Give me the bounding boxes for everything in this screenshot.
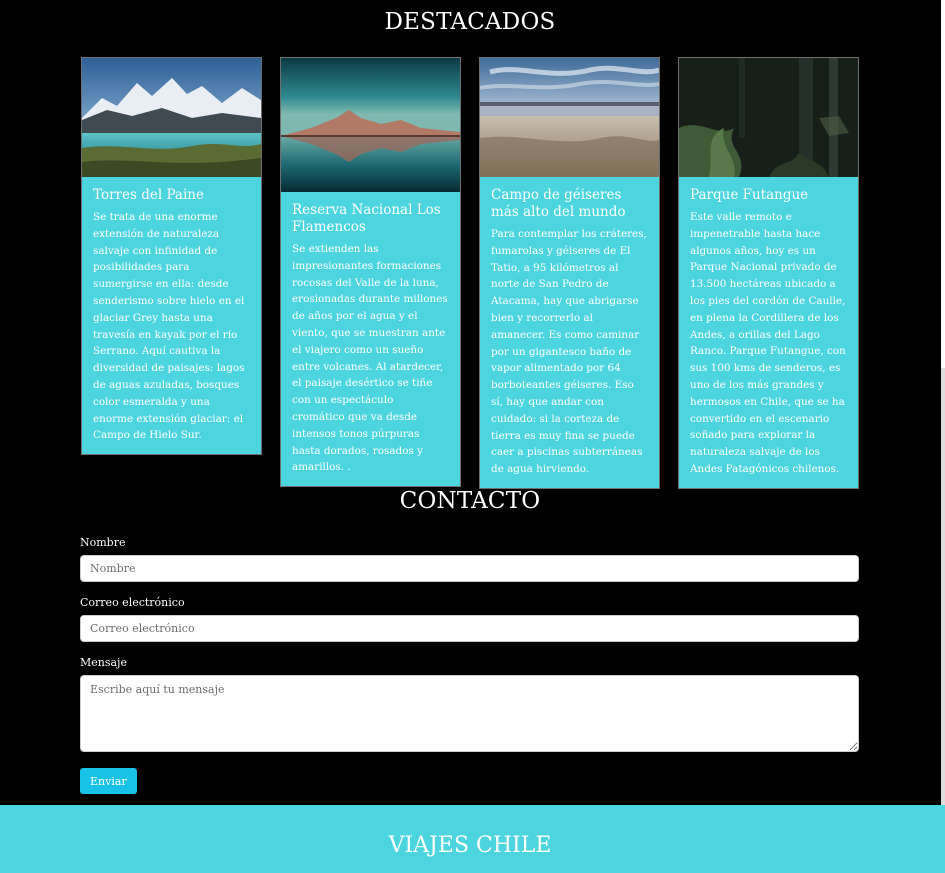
footer-brand: VIAJES CHILE	[388, 833, 552, 858]
name-input[interactable]	[80, 555, 859, 582]
contact-section-title: CONTACTO	[399, 488, 541, 514]
card-reserva-los-flamencos[interactable]: Reserva Nacional Los Flamencos Se extien…	[280, 57, 461, 488]
featured-section-title: DESTACADOS	[384, 9, 556, 35]
message-textarea[interactable]	[80, 675, 859, 752]
card-image-volcano-reflection	[281, 58, 460, 192]
email-input[interactable]	[80, 615, 859, 642]
featured-cards: Torres del Paine Se trata de una enorme …	[81, 57, 859, 489]
email-label: Correo electrónico	[80, 596, 185, 609]
card-parque-futangue[interactable]: Parque Futangue Este valle remoto e impe…	[678, 57, 859, 489]
card-campo-de-geiseres[interactable]: Campo de géiseres más alto del mundo Par…	[479, 57, 660, 489]
card-image-mountain-lake	[82, 58, 261, 177]
submit-button[interactable]: Enviar	[80, 768, 137, 794]
card-description: Para contemplar los cráteres, fumarolas …	[491, 228, 647, 476]
card-title: Parque Futangue	[690, 187, 809, 203]
card-description: Se trata de una enorme extensión de natu…	[93, 211, 245, 442]
scrollbar-thumb[interactable]	[941, 368, 945, 805]
card-image-salt-flat	[480, 58, 659, 177]
message-label: Mensaje	[80, 656, 127, 669]
name-label: Nombre	[80, 536, 126, 549]
card-image-forest	[679, 58, 858, 177]
card-description: Este valle remoto e impenetrable hasta h…	[690, 211, 846, 475]
card-title: Torres del Paine	[93, 187, 204, 203]
card-description: Se extienden las impresionantes formacio…	[292, 243, 448, 474]
card-torres-del-paine[interactable]: Torres del Paine Se trata de una enorme …	[81, 57, 262, 456]
contact-form: Nombre Correo electrónico Mensaje Enviar	[80, 536, 859, 794]
card-title: Reserva Nacional Los Flamencos	[292, 202, 441, 235]
card-title: Campo de géiseres más alto del mundo	[491, 187, 626, 220]
footer: VIAJES CHILE	[0, 805, 945, 873]
